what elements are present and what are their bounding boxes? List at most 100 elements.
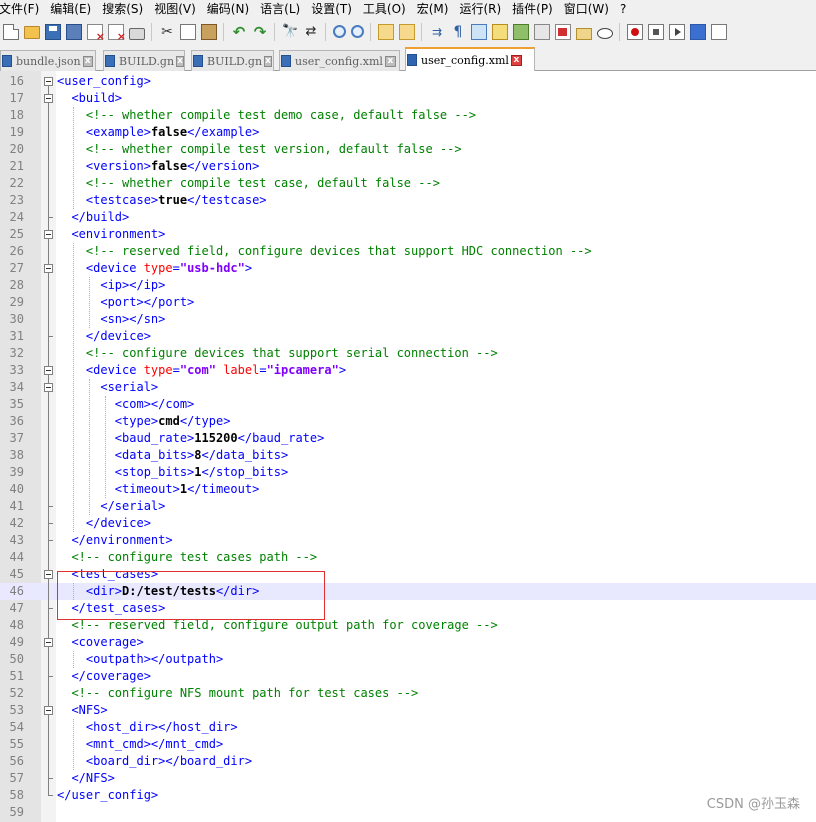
monitoring-eye-icon[interactable] [597, 28, 613, 39]
code-line[interactable]: 43 </environment> [0, 532, 816, 549]
close-tab-icon[interactable]: x [82, 55, 93, 67]
fold-toggle-icon[interactable] [44, 366, 53, 375]
code-line[interactable]: 45 <test_cases> [0, 566, 816, 583]
code-line[interactable]: 54 <host_dir></host_dir> [0, 719, 816, 736]
code-line[interactable]: 46 <dir>D:/test/tests</dir> [0, 583, 816, 600]
fold-toggle-icon[interactable] [44, 383, 53, 392]
code-line[interactable]: 57 </NFS> [0, 770, 816, 787]
code-line[interactable]: 40 <timeout>1</timeout> [0, 481, 816, 498]
code-line[interactable]: 25 <environment> [0, 226, 816, 243]
code-line[interactable]: 24 </build> [0, 209, 816, 226]
undo-icon[interactable]: ↶ [231, 24, 247, 40]
code-line[interactable]: 36 <type>cmd</type> [0, 413, 816, 430]
code-line[interactable]: 32 <!-- configure devices that support s… [0, 345, 816, 362]
function-list-icon[interactable] [534, 23, 550, 40]
redo-icon[interactable]: ↷ [252, 24, 268, 40]
fold-toggle-icon[interactable] [44, 230, 53, 239]
menu-plugins[interactable]: 插件(P) [506, 0, 558, 18]
menu-help[interactable]: ? [614, 0, 631, 18]
code-line[interactable]: 44 <!-- configure test cases path --> [0, 549, 816, 566]
close-file-icon[interactable] [87, 23, 105, 43]
print-icon[interactable] [129, 27, 145, 40]
find-icon[interactable]: 🔭 [282, 24, 298, 40]
code-line[interactable]: 53 <NFS> [0, 702, 816, 719]
user-language-icon[interactable] [492, 23, 508, 40]
code-line[interactable]: 58 </user_config> [0, 787, 816, 804]
fold-toggle-icon[interactable] [44, 706, 53, 715]
save-macro-icon[interactable] [711, 23, 727, 40]
close-tab-icon[interactable]: x [176, 55, 184, 67]
copy-icon[interactable] [180, 23, 196, 40]
document-map-icon[interactable] [513, 23, 529, 40]
tab-user-config-xml-2[interactable]: user_config.xml x [405, 47, 535, 71]
code-line[interactable]: 48 <!-- reserved field, configure output… [0, 617, 816, 634]
close-all-icon[interactable] [108, 23, 126, 43]
save-all-icon[interactable] [66, 23, 82, 40]
save-icon[interactable] [45, 23, 61, 40]
tab-build-gn-2[interactable]: BUILD.gn x [191, 50, 274, 71]
code-line[interactable]: 18 <!-- whether compile test demo case, … [0, 107, 816, 124]
menu-view[interactable]: 视图(V) [148, 0, 201, 18]
run-macro-multiple-icon[interactable] [690, 23, 706, 40]
code-line[interactable]: 16 <user_config> [0, 73, 816, 90]
menu-window[interactable]: 窗口(W) [558, 0, 614, 18]
record-macro-icon[interactable] [627, 23, 643, 40]
code-line[interactable]: 20 <!-- whether compile test version, de… [0, 141, 816, 158]
code-line[interactable]: 29 <port></port> [0, 294, 816, 311]
replace-icon[interactable]: ⇄ [303, 24, 319, 40]
code-line[interactable]: 22 <!-- whether compile test case, defau… [0, 175, 816, 192]
code-line[interactable]: 49 <coverage> [0, 634, 816, 651]
menu-edit[interactable]: 编辑(E) [44, 0, 96, 18]
menu-search[interactable]: 搜索(S) [96, 0, 148, 18]
fold-toggle-icon[interactable] [44, 77, 53, 86]
close-tab-icon[interactable]: x [264, 55, 272, 67]
word-wrap-icon[interactable]: ⇉ [429, 24, 445, 40]
stop-macro-icon[interactable] [648, 23, 664, 40]
code-line[interactable]: 59 [0, 804, 816, 821]
folder-as-workspace-icon[interactable] [555, 23, 571, 40]
code-line[interactable]: 19 <example>false</example> [0, 124, 816, 141]
show-all-chars-icon[interactable]: ¶ [450, 24, 466, 40]
folder-icon[interactable] [576, 27, 592, 40]
code-line[interactable]: 47 </test_cases> [0, 600, 816, 617]
tab-bundle-json[interactable]: bundle.json x [0, 50, 96, 71]
new-file-icon[interactable] [3, 23, 19, 40]
cut-icon[interactable]: ✂ [159, 24, 175, 40]
menu-settings[interactable]: 设置(T) [305, 0, 357, 18]
play-macro-icon[interactable] [669, 23, 685, 40]
close-tab-icon[interactable]: x [510, 54, 522, 66]
code-line[interactable]: 33 <device type="com" label="ipcamera"> [0, 362, 816, 379]
open-file-icon[interactable] [24, 26, 40, 39]
code-line[interactable]: 23 <testcase>true</testcase> [0, 192, 816, 209]
menu-macro[interactable]: 宏(M) [411, 0, 454, 18]
code-line[interactable]: 56 <board_dir></board_dir> [0, 753, 816, 770]
fold-toggle-icon[interactable] [44, 570, 53, 579]
code-line[interactable]: 42 </device> [0, 515, 816, 532]
fold-toggle-icon[interactable] [44, 638, 53, 647]
paste-icon[interactable] [201, 23, 217, 40]
code-line[interactable]: 17 <build> [0, 90, 816, 107]
indent-guide-icon[interactable] [471, 23, 487, 40]
code-line[interactable]: 52 <!-- configure NFS mount path for tes… [0, 685, 816, 702]
menu-encoding[interactable]: 编码(N) [201, 0, 254, 18]
menu-file[interactable]: 文件(F) [0, 0, 44, 18]
fold-toggle-icon[interactable] [44, 94, 53, 103]
code-line[interactable]: 51 </coverage> [0, 668, 816, 685]
code-line[interactable]: 21 <version>false</version> [0, 158, 816, 175]
code-line[interactable]: 37 <baud_rate>115200</baud_rate> [0, 430, 816, 447]
zoom-out-icon[interactable] [351, 25, 364, 38]
zoom-in-icon[interactable] [333, 25, 346, 38]
menu-run[interactable]: 运行(R) [453, 0, 506, 18]
code-line[interactable]: 27 <device type="usb-hdc"> [0, 260, 816, 277]
code-line[interactable]: 35 <com></com> [0, 396, 816, 413]
code-line[interactable]: 28 <ip></ip> [0, 277, 816, 294]
fold-toggle-icon[interactable] [44, 264, 53, 273]
code-line[interactable]: 34 <serial> [0, 379, 816, 396]
code-line[interactable]: 30 <sn></sn> [0, 311, 816, 328]
menu-language[interactable]: 语言(L) [254, 0, 305, 18]
code-line[interactable]: 41 </serial> [0, 498, 816, 515]
tab-build-gn-1[interactable]: BUILD.gn x [103, 50, 185, 71]
sync-vertical-icon[interactable] [378, 23, 394, 40]
editor[interactable]: 16 <user_config> 17 <build> 18 <!-- whether… [0, 71, 816, 822]
close-tab-icon[interactable]: x [384, 55, 396, 67]
